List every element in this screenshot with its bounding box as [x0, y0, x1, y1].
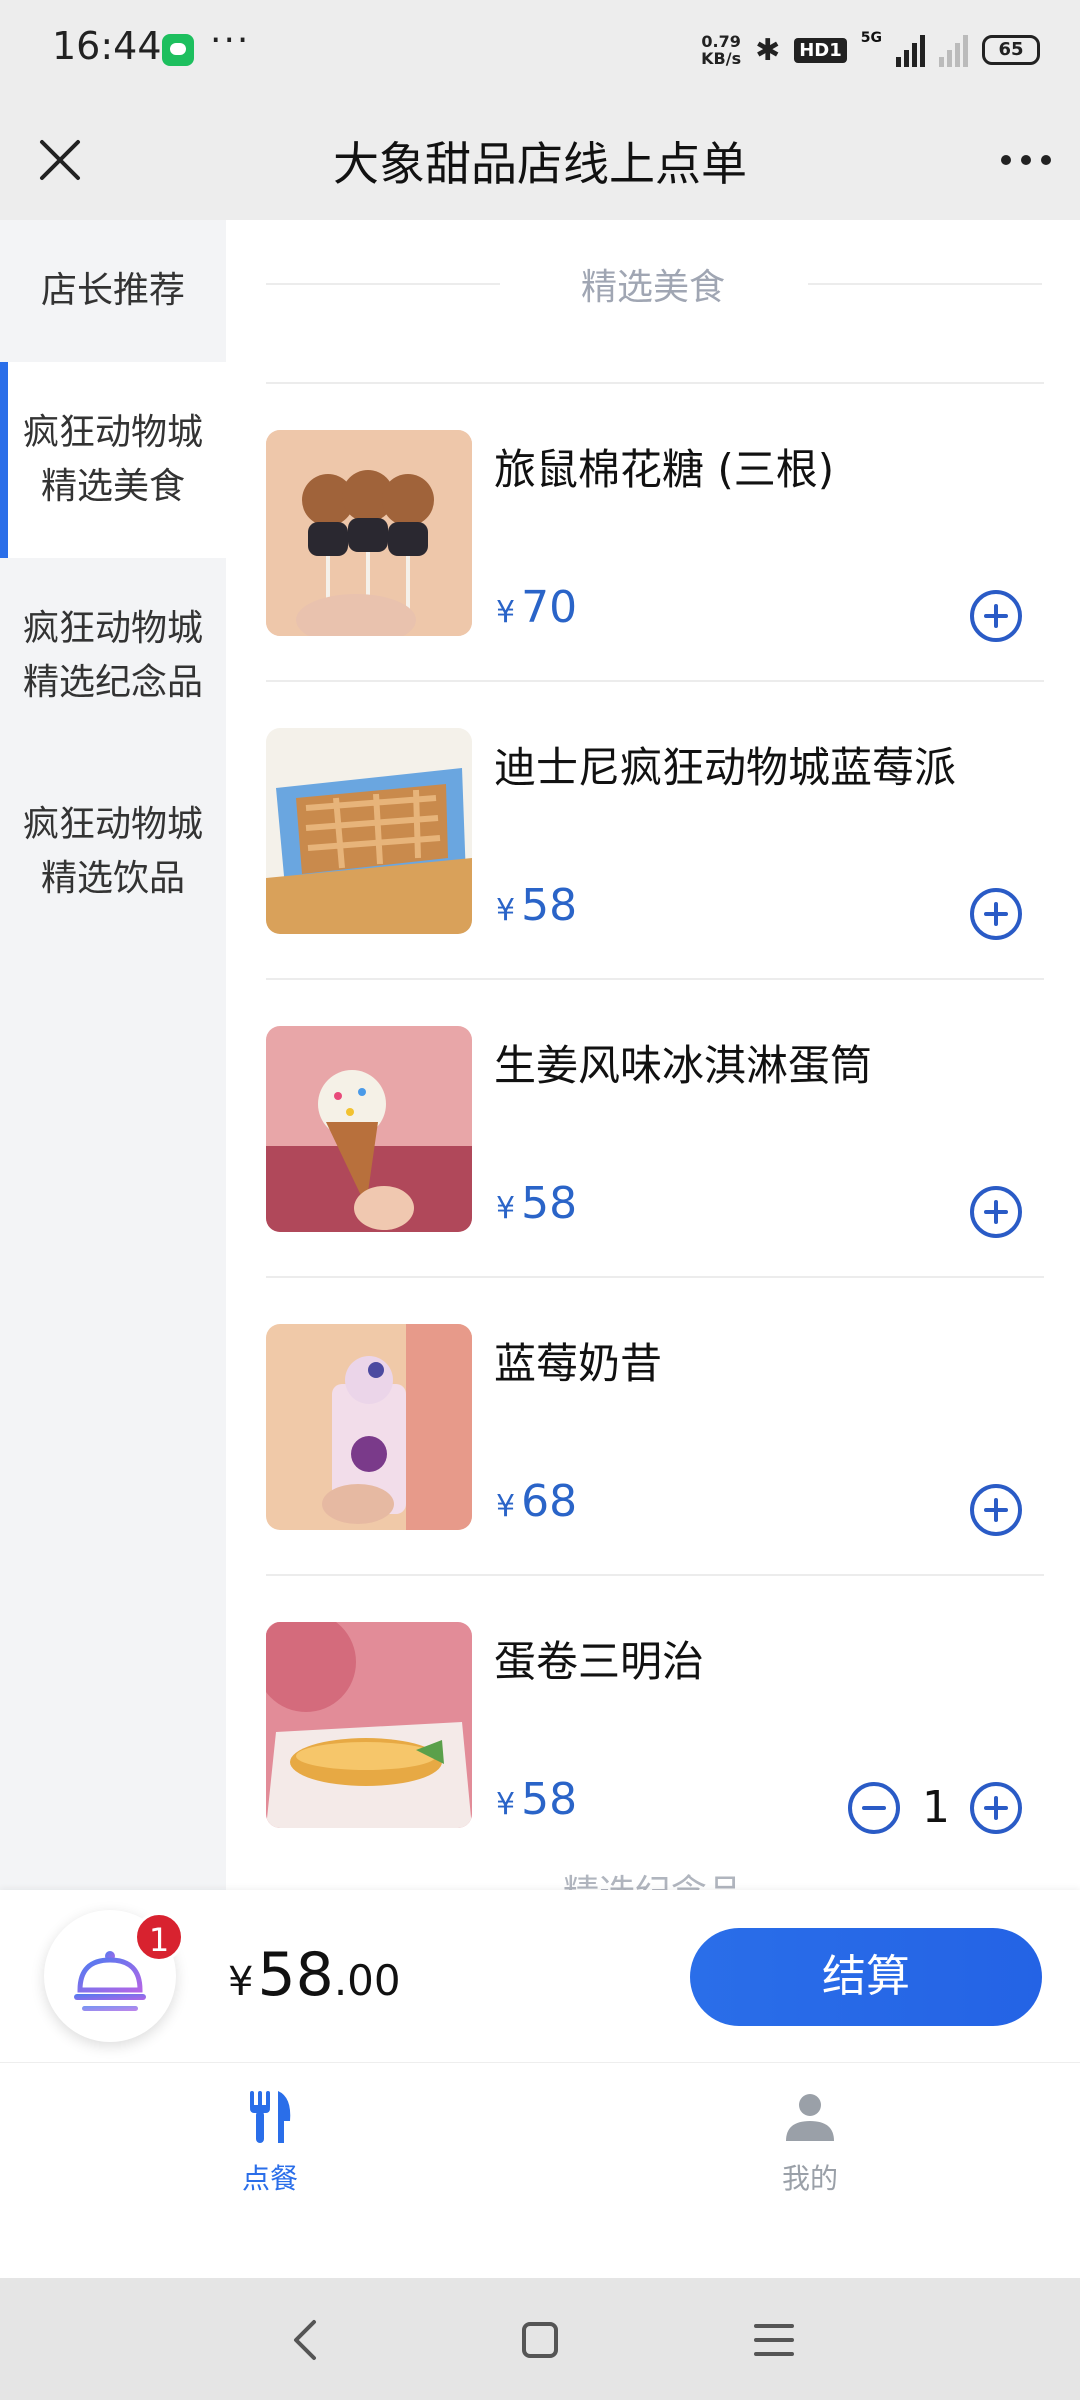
sidebar-item-label: 店长推荐 — [40, 270, 185, 311]
add-to-cart-button[interactable] — [970, 1186, 1022, 1238]
tab-order[interactable]: 点餐 — [170, 2087, 370, 2197]
product-price: ¥68 — [496, 1476, 577, 1527]
product-price: ¥58 — [496, 1774, 577, 1825]
add-to-cart-button[interactable] — [970, 1484, 1022, 1536]
signal-icon — [896, 33, 925, 67]
status-indicators: 0.79 KB/s ✱ HD1 5G 65 — [701, 30, 1040, 70]
product-name: 旅鼠棉花糖 (三根) — [494, 445, 835, 494]
currency-symbol: ¥ — [228, 1959, 254, 2005]
status-bar: 16:44 ··· 0.79 KB/s ✱ HD1 5G 65 — [0, 0, 1080, 100]
price-value: 58 — [521, 1178, 578, 1229]
cart-count-badge: 1 — [134, 1912, 184, 1962]
network-speed: 0.79 KB/s — [701, 33, 741, 67]
product-item[interactable]: 蓝莓奶昔 ¥68 — [226, 1278, 1080, 1576]
product-name: 迪士尼疯狂动物城蓝莓派 — [494, 743, 957, 792]
back-icon[interactable] — [274, 2308, 338, 2372]
product-image-marshmallow[interactable] — [266, 430, 472, 636]
signal-secondary-icon — [939, 33, 968, 67]
product-item[interactable]: 蛋卷三明治 ¥58 1 — [226, 1576, 1080, 1874]
checkout-button[interactable]: 结算 — [690, 1928, 1042, 2026]
product-image-blueberry-shake[interactable] — [266, 1324, 472, 1530]
network-speed-value: 0.79 — [701, 32, 741, 51]
fork-knife-icon — [240, 2087, 300, 2147]
page-title: 大象甜品店线上点单 — [333, 137, 747, 191]
tab-mine[interactable]: 我的 — [710, 2087, 910, 2197]
next-section-title: 精选纪念品 — [226, 1864, 1080, 1890]
network-speed-unit: KB/s — [701, 49, 742, 68]
product-price: ¥58 — [496, 1178, 577, 1229]
product-image-blueberry-pie[interactable] — [266, 728, 472, 934]
menu-icon[interactable] — [742, 2308, 806, 2372]
sidebar-item-food[interactable]: 疯狂动物城精选美食 — [0, 362, 226, 558]
price-value: 68 — [521, 1476, 578, 1527]
add-to-cart-button[interactable] — [970, 590, 1022, 642]
product-name: 蛋卷三明治 — [494, 1637, 705, 1686]
battery-icon: 65 — [982, 35, 1040, 65]
wechat-app-icon — [162, 34, 194, 66]
price-value: 58 — [521, 880, 578, 931]
sidebar-item-souvenirs[interactable]: 疯狂动物城精选纪念品 — [0, 558, 226, 754]
category-sidebar: 店长推荐 疯狂动物城精选美食 疯狂动物城精选纪念品 疯狂动物城精选饮品 — [0, 220, 226, 1890]
section-divider — [808, 283, 1042, 285]
product-image-egg-roll-sandwich[interactable] — [266, 1622, 472, 1828]
title-bar: 大象甜品店线上点单 — [0, 100, 1080, 220]
product-image-ice-cream-cone[interactable] — [266, 1026, 472, 1232]
sidebar-item-label: 疯狂动物城精选纪念品 — [22, 608, 203, 703]
currency-symbol: ¥ — [496, 1787, 516, 1822]
total-integer: 58 — [257, 1940, 334, 2010]
currency-symbol: ¥ — [496, 893, 516, 928]
sidebar-item-label: 疯狂动物城精选饮品 — [22, 804, 203, 899]
hd-badge: HD1 — [794, 37, 847, 63]
product-item[interactable]: 旅鼠棉花糖 (三根) ¥70 — [226, 384, 1080, 682]
bottom-tab-bar: 点餐 我的 — [0, 2062, 1080, 2278]
network-type: 5G — [860, 30, 882, 46]
quantity-value: 1 — [922, 1782, 950, 1833]
currency-symbol: ¥ — [496, 595, 516, 630]
currency-symbol: ¥ — [496, 1489, 516, 1524]
cart-bar: 1 ¥58.00 结算 — [0, 1890, 1080, 2062]
sidebar-item-label: 疯狂动物城精选美食 — [22, 412, 203, 507]
sidebar-item-recommend[interactable]: 店长推荐 — [0, 220, 226, 362]
cart-total: ¥58.00 — [228, 1940, 401, 2010]
price-value: 70 — [521, 582, 578, 633]
product-item[interactable]: 生姜风味冰淇淋蛋筒 ¥58 — [226, 980, 1080, 1278]
system-nav-bar — [0, 2278, 1080, 2400]
status-more-icon: ··· — [210, 20, 251, 61]
remove-from-cart-button[interactable] — [848, 1782, 900, 1834]
status-time: 16:44 — [52, 24, 162, 68]
add-to-cart-button[interactable] — [970, 888, 1022, 940]
sidebar-item-drinks[interactable]: 疯狂动物城精选饮品 — [0, 754, 226, 950]
total-decimal: .00 — [333, 1956, 401, 2005]
product-name: 生姜风味冰淇淋蛋筒 — [494, 1041, 873, 1090]
product-list[interactable]: 精选美食 旅鼠棉花糖 (三根) ¥70 迪士尼疯狂动物城蓝莓派 ¥ 58 生姜风… — [226, 220, 1080, 1890]
tab-label: 我的 — [781, 2162, 838, 2195]
currency-symbol: ¥ — [496, 1191, 516, 1226]
product-price: ¥70 — [496, 582, 577, 633]
home-icon[interactable] — [508, 2308, 572, 2372]
product-name: 蓝莓奶昔 — [494, 1339, 663, 1388]
tab-label: 点餐 — [241, 2162, 298, 2195]
user-icon — [780, 2087, 840, 2147]
product-price: ¥58 — [496, 880, 577, 931]
price-value: 58 — [521, 1774, 578, 1825]
add-to-cart-button[interactable] — [970, 1782, 1022, 1834]
section-header: 精选美食 — [226, 220, 1080, 384]
bluetooth-icon: ✱ — [755, 32, 781, 68]
more-options-icon[interactable] — [994, 128, 1058, 192]
product-item[interactable]: 迪士尼疯狂动物城蓝莓派 ¥58 — [226, 682, 1080, 980]
